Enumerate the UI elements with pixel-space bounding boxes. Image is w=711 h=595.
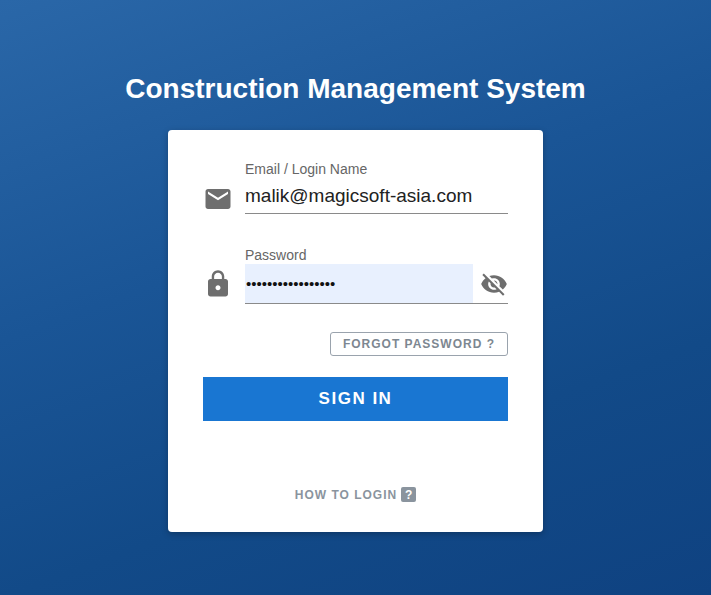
- password-label: Password: [245, 246, 508, 264]
- sign-in-button[interactable]: SIGN IN: [203, 377, 508, 421]
- password-input[interactable]: •••••••••••••••••: [245, 264, 508, 304]
- email-value[interactable]: malik@magicsoft-asia.com: [245, 185, 472, 207]
- mail-icon: [203, 184, 233, 214]
- how-to-login-label[interactable]: HOW TO LOGIN: [295, 488, 397, 502]
- lock-icon: [203, 269, 233, 299]
- password-value[interactable]: •••••••••••••••••: [246, 275, 335, 292]
- password-row: Password •••••••••••••••••: [203, 246, 508, 304]
- email-row: Email / Login Name malik@magicsoft-asia.c…: [203, 160, 508, 214]
- help-icon[interactable]: ?: [401, 487, 416, 502]
- email-field[interactable]: Email / Login Name malik@magicsoft-asia.c…: [245, 160, 508, 214]
- page-title: Construction Management System: [125, 71, 586, 107]
- forgot-wrap: FORGOT PASSWORD ?: [203, 332, 508, 356]
- forgot-password-button[interactable]: FORGOT PASSWORD ?: [330, 332, 508, 356]
- email-icon-wrap: [203, 184, 245, 214]
- password-box[interactable]: •••••••••••••••••: [245, 264, 473, 303]
- how-to-login-link[interactable]: HOW TO LOGIN?: [203, 487, 508, 502]
- login-card: Email / Login Name malik@magicsoft-asia.c…: [168, 130, 543, 532]
- eye-off-icon[interactable]: [480, 270, 508, 298]
- visibility-toggle[interactable]: [473, 264, 508, 303]
- email-input[interactable]: malik@magicsoft-asia.com: [245, 178, 508, 214]
- email-label: Email / Login Name: [245, 160, 508, 178]
- password-field[interactable]: Password •••••••••••••••••: [245, 246, 508, 304]
- lock-icon-wrap: [203, 264, 245, 304]
